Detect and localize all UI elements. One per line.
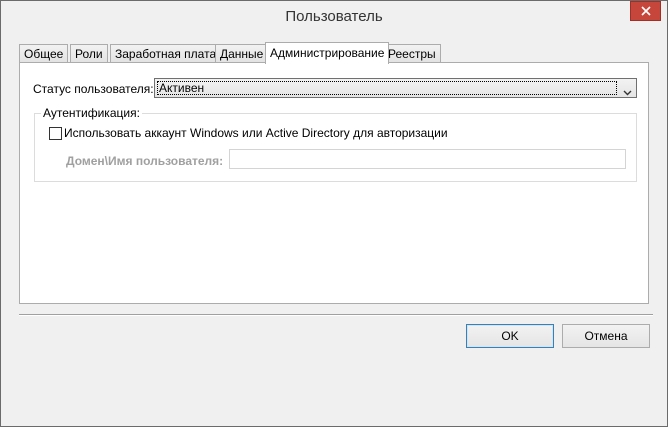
- authentication-group: Аутентификация: Использовать аккаунт Win…: [34, 106, 637, 182]
- tab-registers[interactable]: Реестры: [383, 44, 441, 63]
- ok-button[interactable]: OK: [466, 324, 554, 348]
- user-status-value: Активен: [157, 81, 617, 95]
- user-status-label: Статус пользователя:: [33, 82, 154, 96]
- windows-auth-checkbox[interactable]: [49, 126, 62, 140]
- domain-username-input[interactable]: [229, 149, 626, 169]
- close-icon: [640, 6, 651, 16]
- title-bar[interactable]: Пользователь: [1, 1, 667, 33]
- tab-administration[interactable]: Администрирование: [265, 42, 390, 64]
- cancel-button[interactable]: Отмена: [562, 324, 650, 348]
- user-status-select[interactable]: Активен: [154, 78, 637, 98]
- domain-username-label: Домен\Имя пользователя:: [66, 154, 224, 168]
- chevron-down-icon: [623, 85, 632, 99]
- windows-auth-label: Использовать аккаунт Windows или Active …: [64, 126, 448, 140]
- tab-salary[interactable]: Заработная плата: [110, 44, 222, 63]
- authentication-group-label: Аутентификация:: [41, 106, 142, 120]
- administration-panel: Статус пользователя: Активен Аутентифика…: [19, 62, 649, 304]
- user-dialog-window: Пользователь Общее Роли Заработная плата…: [0, 0, 668, 427]
- tab-data[interactable]: Данные: [215, 44, 269, 63]
- footer-separator: [19, 314, 653, 316]
- tab-general[interactable]: Общее: [19, 44, 69, 63]
- close-button[interactable]: [630, 1, 661, 21]
- tab-roles[interactable]: Роли: [70, 44, 108, 63]
- window-title: Пользователь: [285, 8, 383, 25]
- windows-auth-row[interactable]: Использовать аккаунт Windows или Active …: [49, 126, 448, 140]
